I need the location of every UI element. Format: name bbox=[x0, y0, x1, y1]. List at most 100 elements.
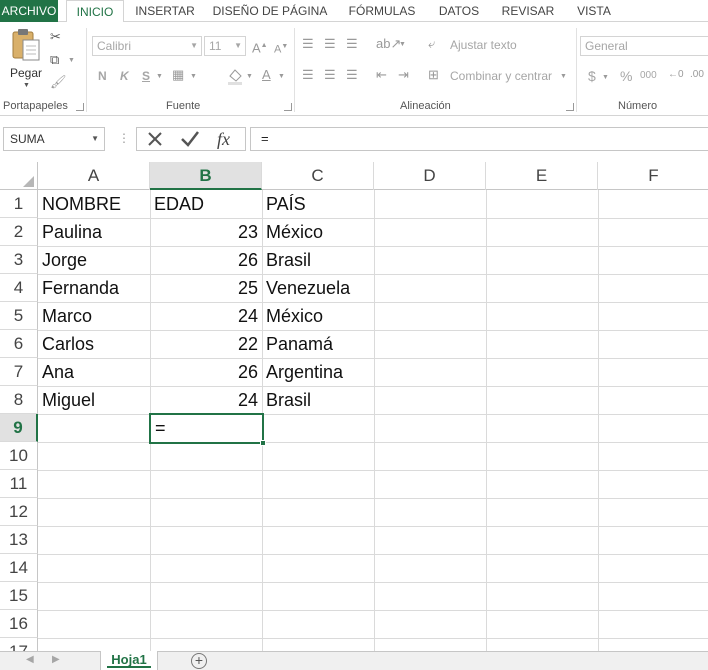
row-header[interactable]: 3 bbox=[0, 246, 38, 274]
add-sheet-icon[interactable]: + bbox=[191, 653, 207, 669]
enter-icon[interactable] bbox=[179, 129, 201, 149]
row-header[interactable]: 1 bbox=[0, 190, 38, 218]
cell-c1[interactable]: PAÍS bbox=[266, 190, 372, 218]
cell-c8[interactable]: Brasil bbox=[266, 386, 372, 414]
cell-b3[interactable]: 26 bbox=[152, 246, 258, 274]
format-painter-icon[interactable]: 🖌 bbox=[50, 74, 67, 90]
cell-c3[interactable]: Brasil bbox=[266, 246, 372, 274]
cell-c2[interactable]: México bbox=[266, 218, 372, 246]
column-header-b[interactable]: B bbox=[150, 162, 262, 190]
decrease-indent-icon[interactable]: ⇤ bbox=[376, 67, 387, 83]
decrease-decimal-icon[interactable]: .00 bbox=[690, 67, 704, 83]
cell-a2[interactable]: Paulina bbox=[42, 218, 148, 246]
row-header[interactable]: 13 bbox=[0, 526, 38, 554]
align-top-icon[interactable]: ☰ bbox=[302, 36, 314, 52]
cell-c6[interactable]: Panamá bbox=[266, 330, 372, 358]
wrap-text-button[interactable]: ⤶ Ajustar texto bbox=[428, 36, 568, 54]
tab-vista[interactable]: VISTA bbox=[568, 0, 620, 22]
cell-a4[interactable]: Fernanda bbox=[42, 274, 148, 302]
orientation-icon[interactable]: ab↗ bbox=[376, 36, 401, 52]
merge-center-button[interactable]: ⊞ Combinar y centrar ▼ bbox=[428, 67, 573, 85]
row-header-selected[interactable]: 9 bbox=[0, 414, 38, 442]
tab-formulas[interactable]: FÓRMULAS bbox=[340, 0, 424, 22]
cell-a7[interactable]: Ana bbox=[42, 358, 148, 386]
underline-button[interactable]: S bbox=[142, 68, 150, 84]
alignment-dialog-launcher[interactable] bbox=[566, 103, 574, 111]
cell-c4[interactable]: Venezuela bbox=[266, 274, 372, 302]
increase-font-icon[interactable]: A▲ bbox=[252, 38, 268, 56]
cell-b4[interactable]: 25 bbox=[152, 274, 258, 302]
row-header[interactable]: 16 bbox=[0, 610, 38, 638]
row-header[interactable]: 5 bbox=[0, 302, 38, 330]
tab-insertar[interactable]: INSERTAR bbox=[130, 0, 200, 22]
font-dialog-launcher[interactable] bbox=[284, 103, 292, 111]
italic-button[interactable]: K bbox=[120, 68, 129, 84]
cell-a1[interactable]: NOMBRE bbox=[42, 190, 148, 218]
cell-b6[interactable]: 22 bbox=[152, 330, 258, 358]
row-header[interactable]: 14 bbox=[0, 554, 38, 582]
function-icon[interactable]: fx bbox=[217, 129, 230, 150]
sheet-tab-hoja1[interactable]: Hoja1 bbox=[100, 651, 158, 670]
column-header-a[interactable]: A bbox=[38, 162, 150, 190]
row-header[interactable]: 15 bbox=[0, 582, 38, 610]
tab-archivo[interactable]: ARCHIVO bbox=[0, 0, 58, 22]
align-left-icon[interactable]: ☰ bbox=[302, 67, 314, 83]
decrease-font-icon[interactable]: A▼ bbox=[274, 39, 288, 58]
formula-input[interactable]: = bbox=[250, 127, 708, 151]
currency-button[interactable]: $ bbox=[588, 68, 596, 84]
cell-b7[interactable]: 26 bbox=[152, 358, 258, 386]
column-header-c[interactable]: C bbox=[262, 162, 374, 190]
number-format-combo[interactable]: General bbox=[580, 36, 708, 56]
thousands-button[interactable]: 000 bbox=[640, 68, 657, 84]
cell-a8[interactable]: Miguel bbox=[42, 386, 148, 414]
cell-c7[interactable]: Argentina bbox=[266, 358, 372, 386]
formula-bar-grip[interactable]: ⋮ bbox=[118, 131, 130, 145]
cut-icon[interactable]: ✂ bbox=[50, 29, 61, 45]
name-box[interactable]: SUMA ▼ bbox=[3, 127, 105, 151]
select-all-button[interactable] bbox=[0, 162, 38, 190]
tab-diseno-de-pagina[interactable]: DISEÑO DE PÁGINA bbox=[208, 0, 332, 22]
row-header[interactable]: 8 bbox=[0, 386, 38, 414]
cell-a3[interactable]: Jorge bbox=[42, 246, 148, 274]
cell-a6[interactable]: Carlos bbox=[42, 330, 148, 358]
align-bottom-icon[interactable]: ☰ bbox=[346, 36, 358, 52]
row-header[interactable]: 2 bbox=[0, 218, 38, 246]
clipboard-dialog-launcher[interactable] bbox=[76, 103, 84, 111]
scroll-sheets-right-icon[interactable]: ▶ bbox=[52, 654, 60, 665]
font-size-combo[interactable]: 11 ▼ bbox=[204, 36, 246, 56]
row-header[interactable]: 6 bbox=[0, 330, 38, 358]
scroll-sheets-left-icon[interactable]: ◀ bbox=[26, 654, 34, 665]
percent-button[interactable]: % bbox=[620, 68, 632, 84]
cell-c5[interactable]: México bbox=[266, 302, 372, 330]
copy-icon[interactable]: ⧉ bbox=[50, 52, 59, 68]
cell-a5[interactable]: Marco bbox=[42, 302, 148, 330]
column-header-e[interactable]: E bbox=[486, 162, 598, 190]
tab-datos[interactable]: DATOS bbox=[430, 0, 488, 22]
row-header[interactable]: 10 bbox=[0, 442, 38, 470]
cell-b5[interactable]: 24 bbox=[152, 302, 258, 330]
font-name-combo[interactable]: Calibri ▼ bbox=[92, 36, 202, 56]
cell-b2[interactable]: 23 bbox=[152, 218, 258, 246]
column-header-f[interactable]: F bbox=[598, 162, 708, 190]
cancel-icon[interactable] bbox=[145, 129, 165, 149]
increase-decimal-icon[interactable]: ←0 bbox=[668, 67, 684, 83]
borders-icon[interactable]: ▦ bbox=[172, 67, 184, 83]
cell-b1[interactable]: EDAD bbox=[154, 190, 260, 218]
column-header-d[interactable]: D bbox=[374, 162, 486, 190]
row-header[interactable]: 12 bbox=[0, 498, 38, 526]
fill-handle[interactable] bbox=[260, 440, 266, 446]
row-header[interactable]: 11 bbox=[0, 470, 38, 498]
tab-inicio[interactable]: INICIO bbox=[66, 0, 124, 23]
bold-button[interactable]: N bbox=[98, 68, 107, 84]
cell-b8[interactable]: 24 bbox=[152, 386, 258, 414]
row-header[interactable]: 17 bbox=[0, 638, 38, 651]
increase-indent-icon[interactable]: ⇥ bbox=[398, 67, 409, 83]
align-middle-icon[interactable]: ☰ bbox=[324, 36, 336, 52]
row-header[interactable]: 4 bbox=[0, 274, 38, 302]
fill-color-icon[interactable] bbox=[226, 67, 244, 85]
font-color-icon[interactable]: A bbox=[262, 67, 271, 83]
align-center-icon[interactable]: ☰ bbox=[324, 67, 336, 83]
paste-button[interactable]: Pegar ▼ bbox=[6, 28, 46, 92]
align-right-icon[interactable]: ☰ bbox=[346, 67, 358, 83]
row-header[interactable]: 7 bbox=[0, 358, 38, 386]
